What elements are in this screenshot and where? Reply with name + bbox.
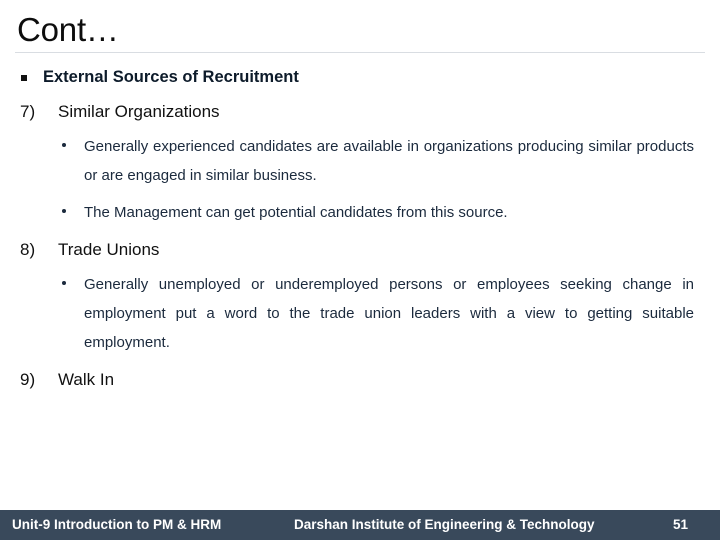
round-bullet-icon <box>62 281 66 285</box>
sub-bullet-7-2-text: The Management can get potential candida… <box>84 204 508 221</box>
slide-canvas: Cont… External Sources of Recruitment 7)… <box>0 0 720 540</box>
item-number-9: 9) <box>20 370 36 389</box>
item-title-9: Walk In <box>58 370 115 389</box>
round-bullet-icon <box>62 143 66 147</box>
square-bullet-icon <box>21 75 27 81</box>
item-title-8: Trade Unions <box>58 240 160 259</box>
section-heading: External Sources of Recruitment <box>0 66 720 89</box>
footer-unit-label: Unit-9 Introduction to PM & HRM <box>12 517 222 532</box>
sub-bullet-8-1-text: Generally unemployed or underemployed pe… <box>84 276 694 351</box>
numbered-item-9: 9) Walk In <box>0 368 720 392</box>
page-title: Cont… <box>17 11 119 48</box>
numbered-item-8: 8) Trade Unions <box>0 238 720 262</box>
slide-body: External Sources of Recruitment 7) Simil… <box>0 58 720 498</box>
footer-page-number: 51 <box>673 517 689 532</box>
item-title-7: Similar Organizations <box>58 102 220 121</box>
round-bullet-icon <box>62 209 66 213</box>
item-number-8: 8) <box>20 240 36 259</box>
sub-bullet-7-2: The Management can get potential candida… <box>0 198 720 227</box>
sub-bullet-7-1-text: Generally experienced candidates are ava… <box>84 138 694 184</box>
slide-footer: Unit-9 Introduction to PM & HRM Darshan … <box>0 510 720 540</box>
numbered-item-7: 7) Similar Organizations <box>0 100 720 124</box>
section-heading-label: External Sources of Recruitment <box>43 68 299 86</box>
sub-bullet-7-1: Generally experienced candidates are ava… <box>0 132 720 190</box>
title-divider <box>15 52 705 53</box>
sub-bullet-8-1: Generally unemployed or underemployed pe… <box>0 270 720 357</box>
footer-institute-label: Darshan Institute of Engineering & Techn… <box>294 517 595 532</box>
item-number-7: 7) <box>20 102 36 121</box>
